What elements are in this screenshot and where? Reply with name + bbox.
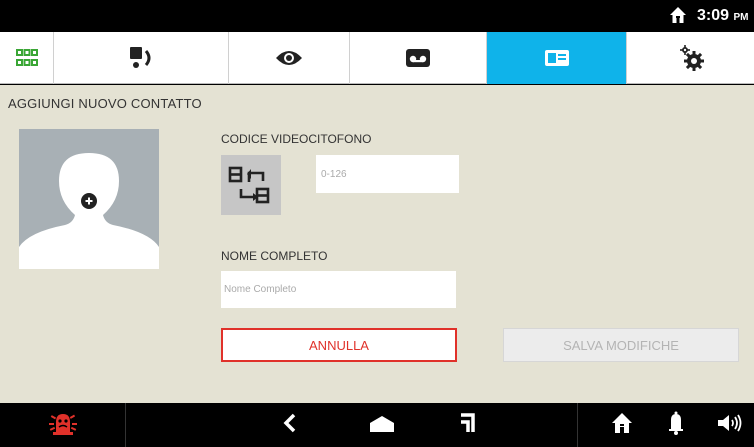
back-button[interactable] bbox=[262, 403, 318, 447]
swap-address-button[interactable] bbox=[221, 155, 281, 215]
settings-gears-icon bbox=[677, 44, 705, 72]
back-chevron-icon bbox=[283, 413, 297, 438]
code-input[interactable] bbox=[316, 155, 459, 193]
bell-icon bbox=[667, 411, 685, 440]
status-clock: 3:09 PM bbox=[697, 7, 748, 25]
clock-time: 3:09 bbox=[697, 7, 730, 24]
recent-apps-icon bbox=[458, 412, 478, 439]
name-label: NOME COMPLETO bbox=[221, 249, 328, 263]
recent-apps-button[interactable] bbox=[446, 403, 490, 447]
intercom-call-icon bbox=[128, 46, 154, 70]
house-icon bbox=[611, 412, 633, 439]
add-contact-form: AGGIUNGI NUOVO CONTATTO CODICE VIDEOCITO… bbox=[0, 85, 754, 403]
home-icon bbox=[669, 6, 687, 24]
alarm-siren-icon bbox=[48, 410, 78, 441]
tab-voicemail[interactable] bbox=[350, 32, 487, 84]
eye-icon bbox=[275, 48, 303, 68]
home-shape-icon bbox=[368, 413, 396, 438]
add-avatar-icon bbox=[19, 153, 159, 269]
voicemail-icon bbox=[405, 48, 431, 68]
tab-view[interactable] bbox=[229, 32, 350, 84]
nav-separator bbox=[125, 403, 126, 447]
page-title: AGGIUNGI NUOVO CONTATTO bbox=[8, 96, 202, 111]
alarm-button[interactable] bbox=[0, 403, 125, 447]
cancel-button[interactable]: ANNULLA bbox=[221, 328, 457, 362]
tab-intercom[interactable] bbox=[54, 32, 229, 84]
volume-icon bbox=[716, 413, 744, 438]
bell-button[interactable] bbox=[654, 403, 698, 447]
house-button[interactable] bbox=[600, 403, 644, 447]
grid-apps-icon bbox=[15, 49, 38, 67]
volume-button[interactable] bbox=[708, 403, 752, 447]
code-label: CODICE VIDEOCITOFONO bbox=[221, 132, 372, 146]
nav-separator bbox=[577, 403, 578, 447]
contact-card-icon bbox=[544, 48, 570, 68]
full-name-input[interactable] bbox=[221, 271, 456, 308]
status-bar: 3:09 PM bbox=[0, 0, 754, 32]
main-tabs bbox=[0, 32, 754, 84]
tab-contacts[interactable] bbox=[487, 32, 627, 84]
home-button[interactable] bbox=[360, 403, 404, 447]
avatar-picker[interactable] bbox=[19, 129, 159, 269]
clock-ampm: PM bbox=[733, 12, 749, 23]
bottom-nav bbox=[0, 403, 754, 447]
tab-apps[interactable] bbox=[0, 32, 54, 84]
tab-settings[interactable] bbox=[627, 32, 754, 84]
swap-address-icon bbox=[228, 166, 270, 204]
save-changes-button[interactable]: SALVA MODIFICHE bbox=[503, 328, 739, 362]
